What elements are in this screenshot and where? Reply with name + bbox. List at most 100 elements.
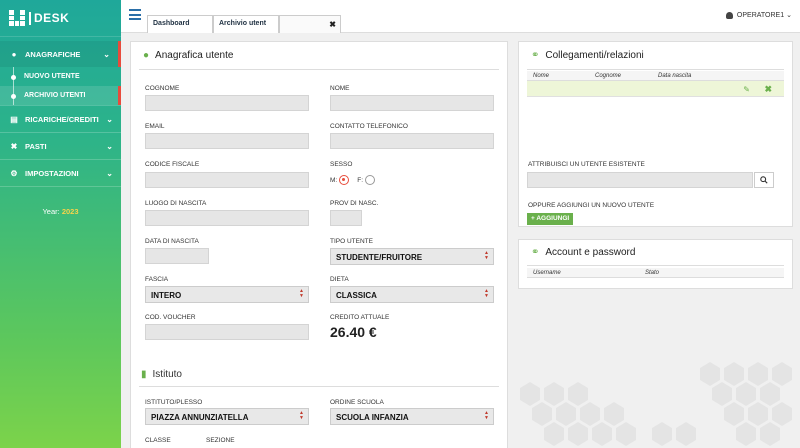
sesso-label: SESSO xyxy=(330,161,353,168)
hexagon-background xyxy=(520,362,792,446)
chevron-down-icon: ⌄ xyxy=(106,141,113,151)
card-icon: ▤ xyxy=(10,114,18,124)
tab-dashboard[interactable]: Dashboard xyxy=(147,15,213,33)
ordine-value: SCUOLA INFANZIA xyxy=(336,413,409,422)
building-icon: ▮ xyxy=(141,369,147,380)
luogo-nascita-input[interactable] xyxy=(145,210,309,226)
plesso-value: PIAZZA ANNUNZIATELLA xyxy=(151,413,249,422)
table-row[interactable]: ✎ ✖ xyxy=(527,81,784,97)
sidebar-item-label: RICARICHE/CREDITI xyxy=(25,114,99,124)
collegamenti-panel: ⚭ Collegamenti/relazioni Nome Cognome Da… xyxy=(518,41,793,227)
sidebar-subitem-archivio-utenti[interactable]: ARCHIVIO UTENTI xyxy=(0,86,121,105)
brand-logo[interactable]: DESK xyxy=(0,0,121,37)
column-header: Username xyxy=(533,270,561,276)
dieta-label: DIETA xyxy=(330,276,349,283)
sesso-f-radio[interactable] xyxy=(365,175,376,185)
edit-icon[interactable]: ✎ xyxy=(743,85,750,94)
tipo-utente-select[interactable]: STUDENTE/FRUITORE ▲ ▼ xyxy=(330,248,494,265)
contatto-label: CONTATTO TELEFONICO xyxy=(330,123,408,130)
tipo-utente-label: TIPO UTENTE xyxy=(330,238,373,245)
sidebar-item-label: IMPOSTAZIONI xyxy=(25,168,79,178)
istituto-title: Istituto xyxy=(152,369,182,380)
tab-archivio-utenti[interactable]: Archivio utent xyxy=(213,15,279,33)
select-arrows-icon: ▲ ▼ xyxy=(484,250,489,261)
select-arrows-icon: ▲ ▼ xyxy=(299,410,304,421)
voucher-input[interactable] xyxy=(145,324,309,340)
sidebar-item-pasti[interactable]: ✖ PASTI ⌄ xyxy=(0,133,121,159)
user-icon: ● xyxy=(11,49,17,59)
plesso-label: ISTITUTO/PLESSO xyxy=(145,399,203,406)
sidebar-divider xyxy=(0,186,121,187)
sesso-m-radio[interactable] xyxy=(339,175,350,185)
user-menu[interactable]: OPERATORE1 ⌄ xyxy=(725,11,792,19)
brand-divider xyxy=(29,11,31,25)
topbar: Dashboard Archivio utent ✖ OPERATORE1 ⌄ xyxy=(121,0,800,33)
delete-icon[interactable]: ✖ xyxy=(764,84,772,95)
cognome-label: COGNOME xyxy=(145,85,180,92)
account-title: Account e password xyxy=(545,247,636,258)
email-input[interactable] xyxy=(145,133,309,149)
close-icon[interactable]: ✖ xyxy=(329,20,336,29)
gears-icon: ⚙ xyxy=(10,168,18,178)
sidebar-item-anagrafiche[interactable]: ● ANAGRAFICHE ⌄ xyxy=(0,41,121,67)
column-header: Cognome xyxy=(595,73,622,79)
sidebar-item-label: PASTI xyxy=(25,141,47,151)
fascia-select[interactable]: INTERO ▲ ▼ xyxy=(145,286,309,303)
brand-name: DESK xyxy=(34,11,70,25)
sidebar-item-impostazioni[interactable]: ⚙ IMPOSTAZIONI ⌄ xyxy=(0,160,121,186)
key-icon: ⚭ xyxy=(531,247,540,258)
oppure-label: OPPURE AGGIUNGI UN NUOVO UTENTE xyxy=(528,202,655,209)
plesso-select[interactable]: PIAZZA ANNUNZIATELLA ▲ ▼ xyxy=(145,408,309,425)
account-panel: ⚭ Account e password Username Stato xyxy=(518,239,793,289)
sezione-label: SEZIONE xyxy=(206,437,235,444)
dieta-value: CLASSICA xyxy=(336,291,377,300)
cognome-input[interactable] xyxy=(145,95,309,111)
email-label: EMAIL xyxy=(145,123,165,130)
year-indicator: Year: 2023 xyxy=(0,207,121,216)
sesso-m-label: M: xyxy=(330,176,338,184)
data-nascita-input[interactable] xyxy=(145,248,209,264)
hamburger-menu-icon[interactable] xyxy=(129,9,141,23)
istituto-header: ▮ Istituto xyxy=(139,363,499,387)
contatto-input[interactable] xyxy=(330,133,494,149)
year-value: 2023 xyxy=(61,207,79,216)
attribuisci-input[interactable] xyxy=(527,172,753,188)
user-icon xyxy=(725,11,733,19)
select-arrows-icon: ▲ ▼ xyxy=(299,288,304,299)
sidebar-subitem-nuovo-utente[interactable]: NUOVO UTENTE xyxy=(0,67,121,86)
user-name: OPERATORE1 xyxy=(736,11,785,19)
anagrafica-title: Anagrafica utente xyxy=(155,50,234,61)
tab-blank[interactable]: ✖ xyxy=(279,15,341,33)
main-content: ● Anagrafica utente COGNOME NOME EMAIL C… xyxy=(121,33,800,448)
dieta-select[interactable]: CLASSICA ▲ ▼ xyxy=(330,286,494,303)
sidebar: DESK ● ANAGRAFICHE ⌄ NUOVO UTENTE ARCHIV… xyxy=(0,0,121,448)
chevron-down-icon: ⌄ xyxy=(786,12,792,19)
prov-nasc-input[interactable] xyxy=(330,210,362,226)
sesso-radio-group: M: F: xyxy=(330,175,383,185)
collegamenti-title: Collegamenti/relazioni xyxy=(545,50,644,61)
column-header: Nome xyxy=(533,73,550,79)
sidebar-item-ricariche[interactable]: ▤ RICARICHE/CREDITI ⌄ xyxy=(0,106,121,132)
chevron-down-icon: ⌄ xyxy=(103,49,110,59)
collegamenti-header: ⚭ Collegamenti/relazioni xyxy=(527,42,784,70)
search-button[interactable] xyxy=(754,172,774,188)
select-arrows-icon: ▲ ▼ xyxy=(484,410,489,421)
search-icon xyxy=(760,176,768,184)
year-label: Year: xyxy=(42,207,60,216)
tipo-utente-value: STUDENTE/FRUITORE xyxy=(336,253,423,262)
collegamenti-table-header: Nome Cognome Data nascita xyxy=(527,71,784,81)
credito-label: CREDITO ATTUALE xyxy=(330,314,390,321)
aggiungi-button[interactable]: + AGGIUNGI xyxy=(527,213,574,225)
select-arrows-icon: ▲ ▼ xyxy=(484,288,489,299)
credito-value: 26.40 € xyxy=(330,324,377,340)
nome-label: NOME xyxy=(330,85,350,92)
codice-fiscale-input[interactable] xyxy=(145,172,309,188)
nome-input[interactable] xyxy=(330,95,494,111)
ordine-label: ORDINE SCUOLA xyxy=(330,399,384,406)
fascia-value: INTERO xyxy=(151,291,182,300)
prov-nasc-label: PROV DI NASC. xyxy=(330,200,379,207)
chevron-down-icon: ⌄ xyxy=(106,168,113,178)
ordine-select[interactable]: SCUOLA INFANZIA ▲ ▼ xyxy=(330,408,494,425)
anagrafica-panel: ● Anagrafica utente COGNOME NOME EMAIL C… xyxy=(130,41,508,448)
classe-label: CLASSE xyxy=(145,437,171,444)
